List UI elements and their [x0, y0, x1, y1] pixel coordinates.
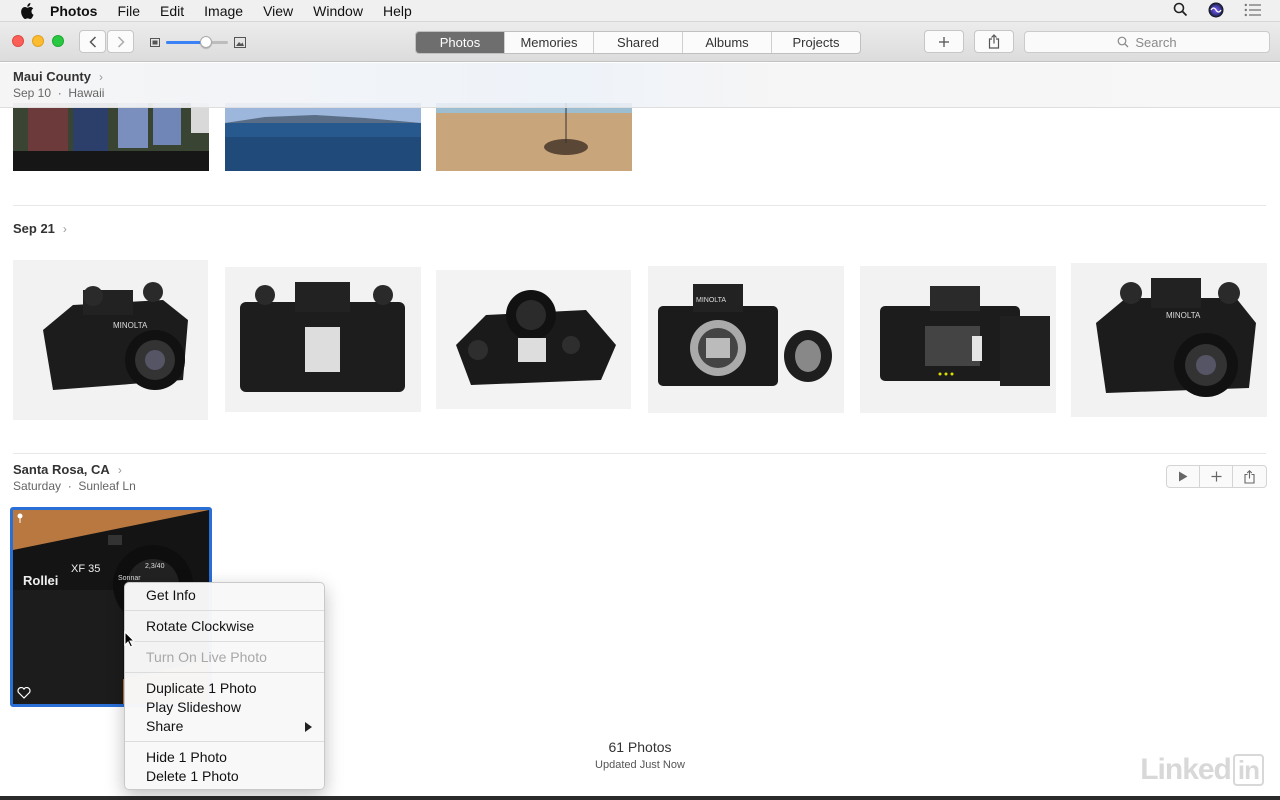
section-divider [13, 453, 1266, 454]
chevron-right-icon: › [117, 462, 122, 477]
search-icon[interactable] [1173, 2, 1188, 20]
svg-text:MINOLTA: MINOLTA [1166, 311, 1201, 320]
section-date: Saturday [13, 479, 62, 493]
notification-list-icon[interactable] [1244, 3, 1262, 20]
update-status: Updated Just Now [595, 759, 685, 771]
menu-play-slideshow[interactable]: Play Slideshow [125, 698, 324, 717]
section-title[interactable]: Maui County [13, 69, 91, 84]
photo-thumbnail[interactable] [13, 103, 209, 171]
menu-view[interactable]: View [263, 3, 293, 19]
small-photo-icon [150, 38, 160, 47]
tab-photos[interactable]: Photos [416, 32, 505, 53]
menu-share-label: Share [146, 718, 184, 734]
chevron-right-icon: › [62, 221, 67, 236]
photo-thumbnail[interactable] [436, 270, 631, 409]
section-header-maui[interactable]: Maui County › Sep 10 · Hawaii [13, 69, 104, 100]
search-field[interactable]: Search [1024, 31, 1270, 53]
back-button[interactable] [79, 30, 106, 53]
apple-icon[interactable] [20, 2, 34, 19]
menu-share[interactable]: Share [125, 717, 324, 736]
menu-separator [125, 610, 324, 611]
section-add-button[interactable] [1200, 466, 1233, 487]
photo-thumbnail[interactable]: MINOLTA [13, 260, 208, 420]
section-header-santa-rosa[interactable]: Santa Rosa, CA › Saturday · Sunleaf Ln [13, 462, 136, 493]
section-place: Hawaii [68, 86, 105, 100]
fullscreen-window-button[interactable] [52, 35, 64, 47]
search-field-icon [1117, 36, 1129, 48]
tab-memories[interactable]: Memories [505, 32, 594, 53]
menu-bar: Photos File Edit Image View Window Help [0, 0, 1280, 22]
share-button[interactable] [974, 30, 1014, 53]
view-tabs: Photos Memories Shared Albums Projects [415, 31, 861, 54]
chevron-right-icon: › [99, 69, 103, 84]
tab-albums[interactable]: Albums [683, 32, 772, 53]
menu-get-info[interactable]: Get Info [125, 586, 324, 605]
photo-thumbnail[interactable]: MINOLTA [648, 266, 844, 413]
window-toolbar: Photos Memories Shared Albums Projects S… [0, 22, 1280, 62]
menu-separator [125, 641, 324, 642]
menu-hide-photo[interactable]: Hide 1 Photo [125, 748, 324, 767]
section-share-button[interactable] [1233, 466, 1266, 487]
library-footer: 61 Photos Updated Just Now [540, 739, 740, 771]
plus-icon [1211, 471, 1221, 482]
share-icon [988, 34, 1000, 49]
chevron-right-icon [117, 35, 125, 48]
svg-text:MINOLTA: MINOLTA [696, 297, 726, 304]
close-window-button[interactable] [12, 35, 24, 47]
photo-thumbnail[interactable]: MINOLTA [1071, 263, 1267, 417]
menu-image[interactable]: Image [204, 3, 243, 19]
play-icon [1179, 471, 1188, 482]
section-place: Sunleaf Ln [78, 479, 136, 493]
add-button[interactable] [924, 30, 964, 53]
menu-app-name[interactable]: Photos [50, 3, 97, 19]
menu-help[interactable]: Help [383, 3, 412, 19]
section-date: Sep 10 [13, 86, 52, 100]
forward-button[interactable] [107, 30, 134, 53]
tab-shared[interactable]: Shared [594, 32, 683, 53]
chevron-left-icon [88, 35, 96, 48]
zoom-slider[interactable] [150, 33, 250, 51]
zoom-knob[interactable] [200, 36, 212, 48]
menu-window[interactable]: Window [313, 3, 363, 19]
plus-icon [939, 36, 949, 47]
dock-edge [0, 796, 1280, 800]
linkedin-watermark: Linked in [1140, 753, 1264, 787]
menu-turn-on-live-photo: Turn On Live Photo [146, 649, 267, 665]
submenu-arrow-icon [305, 722, 312, 732]
sticky-section-header: Maui County › Sep 10 · Hawaii [0, 63, 1280, 108]
menu-delete-photo[interactable]: Delete 1 Photo [125, 767, 324, 786]
photo-thumbnail[interactable] [225, 267, 421, 412]
search-placeholder: Search [1135, 34, 1177, 50]
section-actions [1166, 465, 1267, 488]
photo-thumbnail[interactable] [225, 103, 421, 171]
watermark-badge: in [1232, 754, 1264, 786]
section-divider [13, 205, 1266, 206]
siri-icon[interactable] [1208, 2, 1224, 21]
photo-thumbnail[interactable] [860, 266, 1056, 413]
share-icon [1244, 469, 1255, 484]
section-title[interactable]: Sep 21 [13, 221, 55, 236]
menu-rotate-clockwise[interactable]: Rotate Clockwise [125, 617, 324, 636]
menu-separator [125, 672, 324, 673]
play-slideshow-button[interactable] [1167, 466, 1200, 487]
svg-text:MINOLTA: MINOLTA [113, 321, 148, 330]
tab-projects[interactable]: Projects [772, 32, 860, 53]
menu-separator [125, 741, 324, 742]
photo-context-menu: Get Info Rotate Clockwise Turn On Live P… [124, 582, 325, 790]
mouse-cursor-icon [124, 631, 135, 648]
large-photo-icon [234, 37, 246, 48]
menu-file[interactable]: File [117, 3, 140, 19]
minimize-window-button[interactable] [32, 35, 44, 47]
menu-edit[interactable]: Edit [160, 3, 184, 19]
section-title[interactable]: Santa Rosa, CA [13, 462, 110, 477]
section-header-sep21[interactable]: Sep 21 › [13, 221, 67, 236]
watermark-text: Linked [1140, 753, 1232, 786]
menu-duplicate-photo[interactable]: Duplicate 1 Photo [125, 679, 324, 698]
photo-thumbnail[interactable] [436, 103, 632, 171]
photo-count: 61 Photos [608, 739, 672, 755]
